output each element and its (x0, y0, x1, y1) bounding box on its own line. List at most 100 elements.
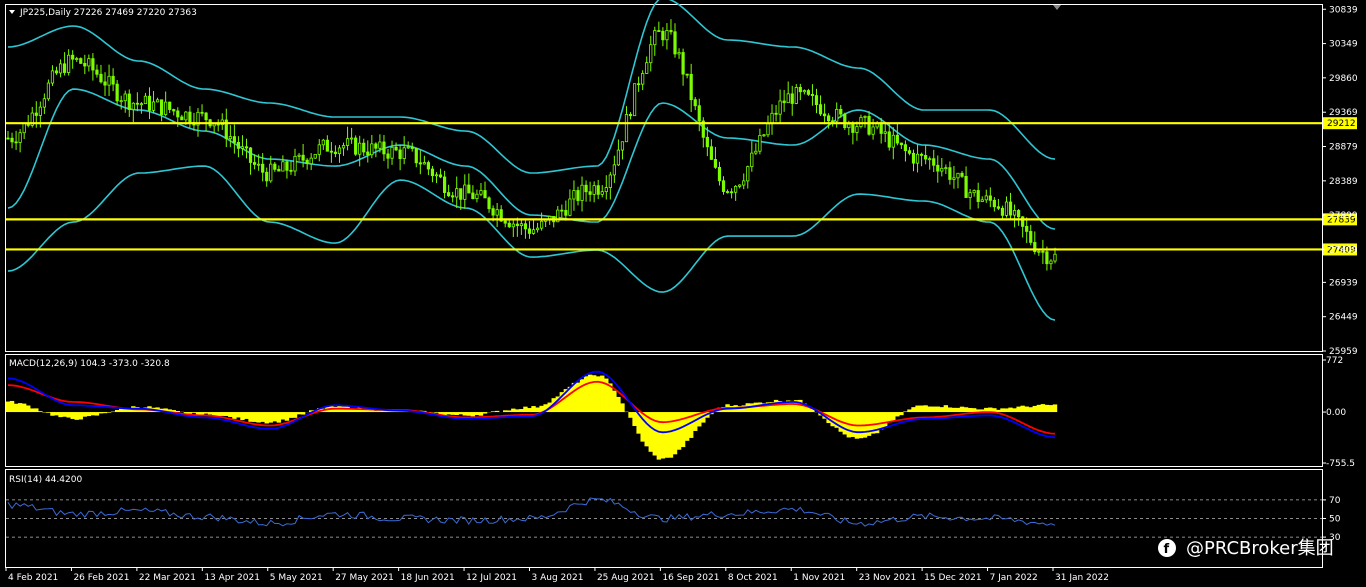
macd-bar (199, 412, 205, 415)
rsi-y-tick-label: 50 (1329, 515, 1341, 525)
macd-bar (450, 412, 455, 415)
macd-bar (86, 412, 92, 417)
macd-bar (579, 379, 585, 413)
macd-bar (252, 412, 257, 422)
macd-bar (58, 412, 63, 418)
macd-bar (527, 408, 532, 413)
macd-bar (1028, 407, 1033, 413)
macd-bar (224, 412, 229, 416)
x-tick-label: 31 Jan 2022 (1055, 573, 1109, 583)
main-pane[interactable]: 292122783927409 308393034929860293692887… (5, 0, 1358, 357)
macd-bar (280, 412, 286, 420)
macd-bar (102, 412, 108, 414)
macd-bar (478, 412, 484, 416)
svg-text:f: f (1164, 542, 1170, 557)
macd-bar (13, 403, 19, 413)
x-tick-label: 12 Jul 2021 (466, 573, 517, 583)
macd-bar (535, 407, 540, 413)
macd-bar (272, 412, 278, 422)
macd-bar (672, 412, 678, 455)
macd-bar (62, 412, 67, 417)
macd-bar (895, 412, 900, 417)
macd-bar (931, 406, 936, 413)
macd-bar (511, 408, 516, 413)
macd-bar (90, 412, 96, 416)
macd-bar (947, 407, 953, 413)
macd-bar (373, 410, 379, 413)
main-y-tick-label: 27899 (1329, 211, 1358, 221)
macd-bar (70, 412, 75, 419)
macd-bar (296, 412, 302, 415)
macd-bar (276, 412, 282, 423)
macd-y-tick-label: 772 (1326, 356, 1343, 366)
macd-bar (757, 402, 763, 413)
macd-bar (98, 412, 104, 414)
macd-bar (664, 412, 670, 458)
main-y-tick-label: 26449 (1329, 313, 1358, 323)
macd-bar (114, 409, 120, 413)
macd-y-tick-label: -755.5 (1326, 459, 1355, 469)
macd-bar (519, 409, 524, 413)
macd-bar (571, 382, 577, 413)
x-tick-label: 25 Aug 2021 (597, 573, 655, 583)
macd-bar (628, 412, 633, 418)
macd-bar (236, 412, 241, 418)
macd-bar (377, 410, 383, 413)
x-tick-label: 1 Nov 2021 (793, 573, 845, 583)
x-tick-label: 18 Jun 2021 (401, 573, 455, 583)
macd-bar (935, 406, 940, 413)
macd-bar (612, 390, 617, 413)
macd-bar (446, 412, 451, 415)
macd-bar (600, 375, 605, 413)
candle (313, 153, 317, 159)
macd-bar (971, 408, 977, 413)
macd-bar (106, 412, 112, 413)
macd-bar (923, 405, 928, 413)
macd-bar (668, 412, 674, 458)
macd-bar (1004, 408, 1009, 413)
macd-bar (1008, 407, 1013, 413)
x-tick-label: 8 Oct 2021 (728, 573, 778, 583)
candle (794, 84, 798, 105)
main-y-tick-label: 26939 (1329, 278, 1358, 288)
macd-bar (927, 406, 932, 413)
candle (354, 135, 358, 156)
macd-bar (951, 407, 957, 413)
macd-bar (260, 412, 265, 422)
macd-bar (482, 412, 488, 414)
macd-bar (680, 412, 686, 448)
macd-bar (21, 403, 27, 413)
macd-bar (288, 412, 294, 418)
macd-bar (996, 409, 1001, 413)
macd-bar (943, 405, 949, 413)
main-y-tick-label: 28879 (1329, 143, 1358, 153)
macd-bar (773, 399, 779, 413)
rsi-pane[interactable]: 705030 RSI(14) 44.4200 (5, 469, 1341, 568)
macd-bar (26, 405, 31, 413)
macd-bar (466, 412, 472, 416)
macd-bar (676, 412, 682, 450)
macd-bar (17, 403, 23, 413)
macd-bar (203, 412, 209, 414)
macd-bar (955, 407, 961, 413)
macd-bar (50, 412, 55, 416)
macd-bar (292, 412, 298, 418)
macd-bar (1048, 405, 1054, 413)
macd-bar (462, 412, 467, 416)
macd-bar (523, 406, 528, 413)
macd-bar (494, 410, 500, 413)
watermark-text: @PRCBroker集团 (1186, 538, 1334, 559)
macd-bar (207, 412, 213, 415)
main-y-tick-label: 29860 (1329, 74, 1358, 84)
candle (79, 57, 83, 64)
x-tick-label: 4 Feb 2021 (8, 573, 58, 583)
macd-bar (300, 412, 306, 415)
macd-bar (963, 407, 969, 413)
macd-bar (284, 412, 290, 421)
macd-pane[interactable]: 772 0.00 -755.5 MACD(12,26,9) 104.3 -373.0… (5, 354, 1356, 470)
candle (632, 83, 637, 117)
macd-bar (620, 403, 625, 413)
main-y-tick-label: 29369 (1329, 108, 1358, 118)
macd-pane-label: MACD(12,26,9) 104.3 -373.0 -320.8 (9, 359, 170, 369)
x-tick-label: 5 May 2021 (270, 573, 323, 583)
